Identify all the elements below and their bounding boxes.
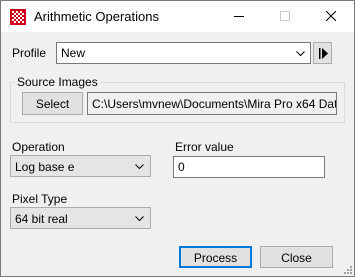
window-title: Arithmetic Operations	[34, 9, 159, 24]
error-value-text: 0	[178, 160, 185, 174]
process-button-label: Process	[193, 251, 238, 265]
maximize-button[interactable]	[262, 1, 308, 32]
profile-label: Profile	[12, 46, 47, 60]
profile-value: New	[61, 46, 86, 60]
minimize-button[interactable]	[216, 1, 262, 32]
arithmetic-operations-dialog: Arithmetic Operations Profile New Source…	[0, 0, 355, 277]
operation-value: Log base e	[15, 160, 75, 174]
minimize-icon	[234, 16, 244, 17]
play-arrow-icon	[319, 48, 328, 59]
resize-grip-icon[interactable]	[342, 264, 352, 274]
source-path-field[interactable]: C:\Users\mvnew\Documents\Mira Pro x64 Da…	[87, 92, 337, 115]
operation-label: Operation	[12, 140, 65, 154]
app-icon	[10, 9, 26, 25]
maximize-icon	[280, 11, 290, 21]
pixel-type-value: 64 bit real	[15, 212, 68, 226]
title-bar: Arithmetic Operations	[1, 1, 354, 32]
select-button[interactable]: Select	[22, 92, 83, 115]
profile-menu-button[interactable]	[313, 42, 332, 64]
pixel-type-label: Pixel Type	[12, 192, 68, 206]
close-icon	[326, 11, 336, 21]
close-button-label: Close	[281, 251, 312, 265]
chevron-down-icon	[135, 164, 144, 170]
source-images-group-title: Source Images	[15, 75, 100, 89]
select-button-label: Select	[35, 97, 70, 111]
error-value-input[interactable]: 0	[173, 156, 325, 178]
close-button[interactable]: Close	[260, 246, 333, 268]
chevron-down-icon	[135, 216, 144, 222]
chevron-down-icon	[296, 51, 305, 57]
close-window-button[interactable]	[308, 1, 354, 32]
pixel-type-select[interactable]: 64 bit real	[10, 207, 151, 229]
source-path-value: C:\Users\mvnew\Documents\Mira Pro x64 Da…	[92, 97, 337, 111]
operation-select[interactable]: Log base e	[10, 155, 151, 177]
process-button[interactable]: Process	[179, 246, 252, 268]
error-value-label: Error value	[175, 140, 234, 154]
profile-combobox[interactable]: New	[56, 42, 311, 64]
